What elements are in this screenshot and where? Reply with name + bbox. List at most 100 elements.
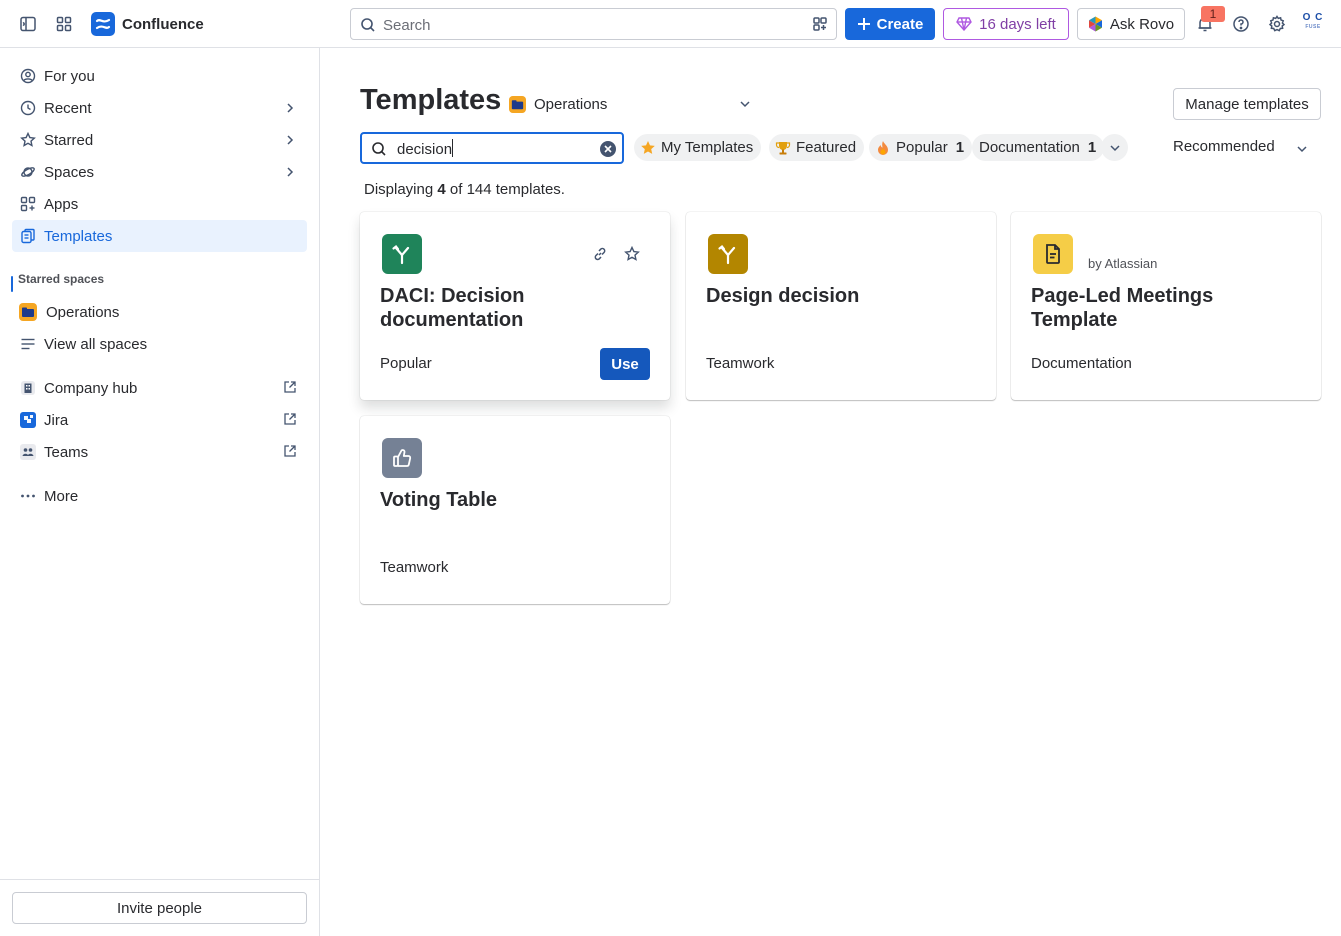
trial-button[interactable]: 16 days left [943,8,1069,40]
template-author: by Atlassian [1088,256,1158,271]
template-card-design-decision[interactable]: Design decision Teamwork [686,212,996,400]
trial-label: 16 days left [979,15,1056,33]
star-filled-icon [641,140,655,154]
confluence-logo[interactable]: Confluence [91,12,204,36]
teams-icon [20,444,36,460]
template-category: Documentation [1031,355,1132,372]
filter-featured[interactable]: Featured [769,134,865,161]
filter-count: 1 [1087,139,1097,156]
template-search[interactable] [360,132,624,164]
sidebar-item-label: Starred [44,131,94,149]
sidebar-item-spaces[interactable]: Spaces [12,156,307,188]
more-filters-button[interactable] [1101,134,1128,161]
chevron-down-icon [1109,144,1120,151]
sidebar-toggle-icon[interactable] [16,12,40,36]
search-filter-icon[interactable] [812,16,828,32]
filter-label: My Templates [661,139,754,156]
starred-spaces-heading: Starred spaces [18,272,105,286]
avatar[interactable]: O C FUSE [1299,12,1327,36]
sidebar-item-label: Teams [44,443,89,461]
template-title: Page-Led Meetings Template [1031,285,1214,331]
clock-icon [20,100,36,116]
sidebar-item-starred[interactable]: Starred [12,124,307,156]
avatar-subtext: FUSE [1305,24,1321,30]
sidebar-item-templates[interactable]: Templates [12,220,307,252]
filter-documentation[interactable]: Documentation 1 [972,134,1105,161]
filter-popular[interactable]: Popular 1 [869,134,973,161]
fire-icon [878,140,888,155]
sidebar-item-label: Jira [44,411,69,429]
invite-people-button[interactable]: Invite people [12,892,307,924]
settings-gear-icon[interactable] [1265,12,1289,36]
sidebar-item-label: Apps [44,195,79,213]
chevron-down-icon [1295,142,1309,156]
sidebar-space-operations[interactable]: Operations [12,296,307,328]
sidebar-item-apps[interactable]: Apps [12,188,307,220]
template-card-voting-table[interactable]: Voting Table Teamwork [360,416,670,604]
building-icon [20,380,36,396]
filter-label: Popular [896,139,948,156]
sidebar-item-recent[interactable]: Recent [12,92,307,124]
star-icon [20,132,36,148]
template-card-page-led-meetings[interactable]: by Atlassian Page-Led Meetings Template … [1011,212,1321,400]
thumbs-up-icon [382,438,422,478]
app-switcher-icon[interactable] [52,12,76,36]
help-icon[interactable] [1229,12,1253,36]
template-title: Voting Table [380,489,498,511]
template-title: DACI: Decision documentation [380,285,525,331]
create-label: Create [876,15,924,33]
chevron-right-icon[interactable] [283,165,297,179]
template-category: Popular [380,355,432,372]
text-caret [452,139,453,157]
manage-templates-button[interactable]: Manage templates [1173,88,1321,120]
sidebar-item-label: Operations [46,303,120,321]
ask-rovo-button[interactable]: Ask Rovo [1077,8,1185,40]
use-template-button[interactable]: Use [600,348,650,380]
sidebar-item-for-you[interactable]: For you [12,60,307,92]
filter-label: Documentation [979,139,1080,156]
template-card-daci[interactable]: DACI: Decision documentation Popular Use [360,212,670,400]
ask-rovo-label: Ask Rovo [1109,15,1175,33]
sort-label: Recommended [1173,138,1275,155]
top-navigation: Confluence Create 16 days left Ask Rovo … [0,0,1341,48]
result-prefix: Displaying [364,181,434,198]
chevron-down-icon [738,97,752,111]
external-link-icon [283,412,297,426]
apps-icon [20,196,36,212]
planet-icon [20,164,36,180]
template-search-input[interactable] [397,139,597,159]
plus-icon [857,18,870,30]
filter-my-templates[interactable]: My Templates [634,134,762,161]
template-category: Teamwork [380,559,449,576]
star-icon[interactable] [624,246,640,262]
copy-link-icon[interactable] [592,246,608,262]
sidebar-link-jira[interactable]: Jira [12,404,307,436]
sidebar-item-label: More [44,487,79,505]
clear-search-icon[interactable] [599,140,617,158]
avatar-initials: O C [1302,12,1324,23]
space-selector[interactable]: Operations [509,92,752,116]
external-link-icon [283,444,297,458]
template-icon [20,228,36,244]
document-icon [1033,234,1073,274]
operations-space-icon [509,95,526,113]
global-search-input[interactable] [383,15,783,35]
page-title: Templates [360,84,502,116]
chevron-right-icon[interactable] [283,133,297,147]
rovo-icon [1088,16,1102,32]
sort-dropdown[interactable]: Recommended [1173,138,1309,158]
create-button[interactable]: Create [845,8,935,40]
decision-branch-icon [708,234,748,274]
external-link-icon [283,380,297,394]
sidebar-item-more[interactable]: More [12,480,307,512]
result-count: Displaying 4 of 144 templates. [364,181,565,198]
sidebar-item-view-all-spaces[interactable]: View all spaces [12,328,307,360]
gem-icon [956,17,972,31]
sidebar-link-company-hub[interactable]: Company hub [12,372,307,404]
global-search[interactable] [350,8,837,40]
sidebar-link-teams[interactable]: Teams [12,436,307,468]
chevron-right-icon[interactable] [283,101,297,115]
sidebar-item-label: Spaces [44,163,95,181]
space-selector-label: Operations [534,95,608,113]
filter-count: 1 [955,139,965,156]
